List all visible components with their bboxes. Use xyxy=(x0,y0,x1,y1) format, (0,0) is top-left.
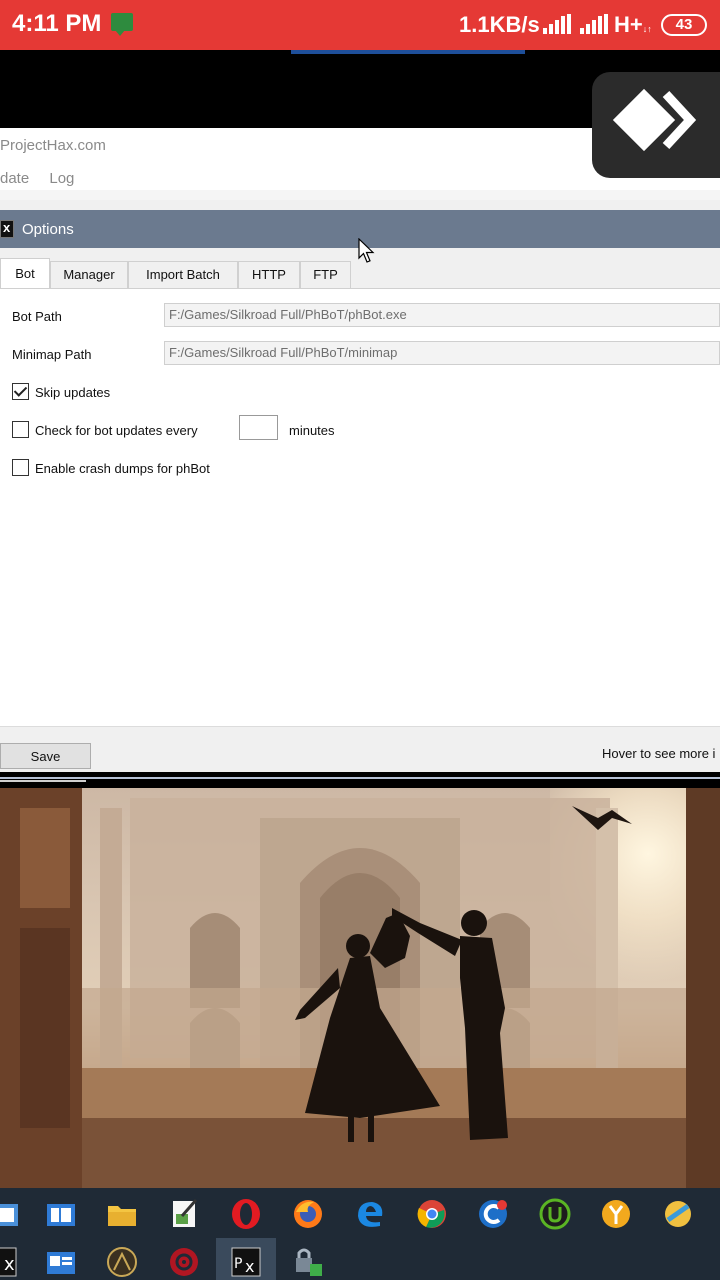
minutes-label: minutes xyxy=(289,423,335,438)
dialog-body: Bot Manager Import Batch HTTP FTP Bot Pa… xyxy=(0,248,720,726)
lock-icon[interactable] xyxy=(292,1246,324,1278)
site-label: ProjectHax.com xyxy=(0,137,106,154)
dialog-border xyxy=(0,777,720,779)
minimap-path-label: Minimap Path xyxy=(12,347,92,362)
tab-panel-bot: Bot Path F:/Games/Silkroad Full/PhBoT/ph… xyxy=(0,288,720,726)
dialog-border xyxy=(0,780,86,782)
main-menu: date Log xyxy=(0,170,90,187)
chrome-icon[interactable] xyxy=(416,1198,448,1230)
network-type: H+↓↑ xyxy=(614,12,652,37)
signal-icon xyxy=(580,14,608,34)
svg-text:P: P xyxy=(234,1256,242,1272)
check-updates-checkbox[interactable] xyxy=(12,421,29,438)
minimap-path-input[interactable]: F:/Games/Silkroad Full/PhBoT/minimap xyxy=(164,341,720,365)
security-icon[interactable] xyxy=(168,1246,200,1278)
app-icon[interactable] xyxy=(600,1198,632,1230)
menu-item-update[interactable]: date xyxy=(0,170,29,187)
mouse-cursor-icon xyxy=(358,238,375,263)
phbot-icon xyxy=(0,220,14,238)
ccleaner-icon[interactable] xyxy=(477,1198,509,1230)
options-dialog: Options Bot Manager Import Batch HTTP FT… xyxy=(0,190,720,782)
crash-dumps-label: Enable crash dumps for phBot xyxy=(35,461,210,476)
skip-updates-checkbox[interactable] xyxy=(12,383,29,400)
windows-taskbar: x Px xyxy=(0,1188,720,1280)
notepad-icon[interactable] xyxy=(168,1198,200,1230)
skip-updates-label: Skip updates xyxy=(35,385,111,400)
status-bar: 4:11 PM 1.1KB/s H+↓↑ 43 xyxy=(0,0,720,50)
signal-icon xyxy=(543,14,571,34)
remote-session-tab xyxy=(291,50,525,54)
svg-text:x: x xyxy=(4,1254,15,1275)
bot-path-label: Bot Path xyxy=(12,309,62,324)
contact-icon[interactable] xyxy=(45,1246,77,1278)
phbot-icon[interactable]: x xyxy=(0,1246,18,1278)
check-updates-label: Check for bot updates every xyxy=(35,423,198,438)
crash-dumps-checkbox[interactable] xyxy=(12,459,29,476)
dialog-title: Options xyxy=(22,221,74,238)
window-icon[interactable] xyxy=(45,1198,77,1230)
minutes-input[interactable] xyxy=(239,415,278,440)
folder-icon[interactable] xyxy=(106,1198,138,1230)
tab-import-batch[interactable]: Import Batch xyxy=(128,261,238,288)
remote-toolbar-toggle[interactable] xyxy=(592,72,720,178)
status-time: 4:11 PM xyxy=(12,10,102,37)
phbot-icon[interactable]: Px xyxy=(230,1246,262,1278)
network-speed: 1.1KB/s xyxy=(459,12,540,37)
opera-icon[interactable] xyxy=(230,1198,262,1230)
utorrent-icon[interactable] xyxy=(539,1198,571,1230)
battery-icon: 43 xyxy=(661,14,707,36)
dialog-footer: Save Hover to see more i xyxy=(0,726,720,772)
bot-path-input[interactable]: F:/Games/Silkroad Full/PhBoT/phBot.exe xyxy=(164,303,720,327)
svg-text:x: x xyxy=(245,1257,254,1276)
firefox-icon[interactable] xyxy=(292,1198,324,1230)
game-icon[interactable] xyxy=(106,1246,138,1278)
notification-icon xyxy=(111,13,133,36)
menu-item-log[interactable]: Log xyxy=(49,170,74,187)
wallpaper-scene xyxy=(0,788,720,1188)
tab-http[interactable]: HTTP xyxy=(238,261,300,288)
hover-hint: Hover to see more i xyxy=(602,746,716,761)
anydesk-icon xyxy=(612,88,697,152)
window-icon[interactable] xyxy=(0,1198,20,1230)
save-button[interactable]: Save xyxy=(0,743,91,769)
tab-manager[interactable]: Manager xyxy=(50,261,128,288)
app-icon[interactable] xyxy=(662,1198,694,1230)
tab-bot[interactable]: Bot xyxy=(0,258,50,289)
desktop-wallpaper xyxy=(0,788,720,1188)
edge-icon[interactable] xyxy=(354,1198,386,1230)
tab-ftp[interactable]: FTP xyxy=(300,261,351,288)
